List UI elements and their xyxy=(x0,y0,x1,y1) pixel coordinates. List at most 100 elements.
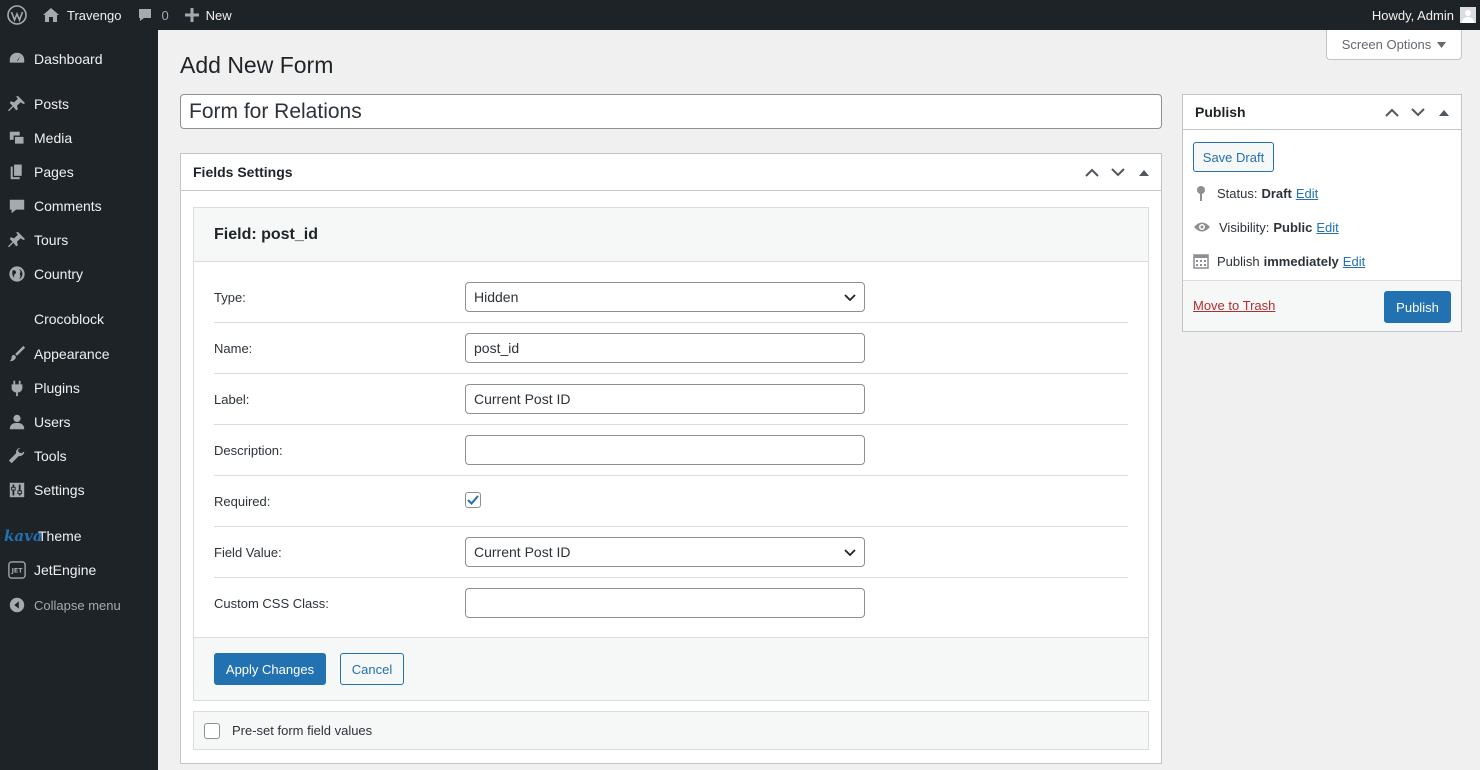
required-checkbox[interactable] xyxy=(465,492,481,508)
screen-options-button[interactable]: Screen Options xyxy=(1326,30,1462,60)
sidebar-item-theme[interactable]: kava Theme xyxy=(0,519,158,553)
type-select[interactable]: Hidden xyxy=(465,282,865,312)
globe-icon xyxy=(0,265,34,283)
select-value: Current Post ID xyxy=(474,544,571,560)
sidebar-item-crocoblock[interactable]: Crocoblock xyxy=(0,302,158,336)
my-account[interactable]: Howdy, Admin xyxy=(1364,0,1480,30)
description-input[interactable] xyxy=(465,435,865,465)
field-row-name: Name: post_id xyxy=(214,323,1128,374)
eye-icon xyxy=(1194,222,1210,232)
move-up-icon[interactable] xyxy=(1081,162,1103,184)
field-label: Description: xyxy=(214,443,283,458)
field-row-label: Label: Current Post ID xyxy=(214,374,1128,425)
pin-icon xyxy=(0,95,34,113)
edit-schedule-link[interactable]: Edit xyxy=(1343,254,1365,269)
sidebar-item-plugins[interactable]: Plugins xyxy=(0,371,158,405)
box-title: Fields Settings xyxy=(193,164,293,180)
field-label: Custom CSS Class: xyxy=(214,596,329,611)
sidebar-item-dashboard[interactable]: Dashboard xyxy=(0,42,158,76)
howdy-text: Howdy, Admin xyxy=(1371,7,1454,23)
kava-logo: kava xyxy=(4,527,43,545)
fields-settings-box: Fields Settings Field: post_id Type: Hid… xyxy=(180,153,1162,764)
css-class-input[interactable] xyxy=(465,588,865,618)
move-down-icon[interactable] xyxy=(1107,162,1129,184)
pin-icon xyxy=(0,231,34,249)
save-draft-button[interactable]: Save Draft xyxy=(1193,142,1274,172)
sidebar-item-pages[interactable]: Pages xyxy=(0,155,158,189)
post-title-input[interactable]: Form for Relations xyxy=(180,94,1162,129)
cancel-button[interactable]: Cancel xyxy=(340,653,404,685)
plugin-icon xyxy=(0,379,34,397)
move-to-trash-link[interactable]: Move to Trash xyxy=(1193,298,1275,313)
sidebar-item-label: Country xyxy=(34,266,84,282)
comments-count: 0 xyxy=(161,7,169,23)
sidebar-item-label: Theme xyxy=(38,528,82,544)
sidebar-item-media[interactable]: Media xyxy=(0,121,158,155)
dashboard-icon xyxy=(0,50,34,68)
status-row: Status: Draft Edit xyxy=(1193,183,1318,203)
chevron-down-icon xyxy=(844,294,856,302)
sidebar-item-users[interactable]: Users xyxy=(0,405,158,439)
label-input[interactable]: Current Post ID xyxy=(465,384,865,414)
sidebar-item-appearance[interactable]: Appearance xyxy=(0,337,158,371)
move-up-icon[interactable] xyxy=(1381,102,1403,124)
preset-values-row[interactable]: Pre-set form field values xyxy=(193,711,1149,750)
field-editor: Field: post_id Type: Hidden Name: post_i… xyxy=(193,207,1149,701)
preset-label: Pre-set form field values xyxy=(232,723,373,738)
site-name: Travengo xyxy=(67,7,122,23)
comment-icon xyxy=(139,9,152,21)
collapse-menu-button[interactable]: Collapse menu xyxy=(0,588,158,622)
sidebar-item-label: Crocoblock xyxy=(34,311,105,327)
fields-settings-header: Fields Settings xyxy=(181,154,1161,191)
publish-button[interactable]: Publish xyxy=(1384,291,1451,323)
sidebar-item-label: Settings xyxy=(34,482,85,498)
field-label: Name: xyxy=(214,341,253,356)
sidebar-item-label: Tours xyxy=(34,232,69,248)
sidebar-item-comments[interactable]: Comments xyxy=(0,189,158,223)
chevron-down-icon xyxy=(844,549,856,557)
edit-visibility-link[interactable]: Edit xyxy=(1316,220,1338,235)
preset-checkbox[interactable] xyxy=(204,722,220,739)
plus-icon xyxy=(184,8,199,22)
select-value: Hidden xyxy=(474,289,519,305)
sidebar-item-label: Comments xyxy=(34,198,102,214)
field-label: Type: xyxy=(214,290,246,305)
svg-text:JET: JET xyxy=(11,568,24,575)
sidebar-item-settings[interactable]: Settings xyxy=(0,473,158,507)
schedule-row: Publish immediately Edit xyxy=(1193,251,1365,271)
sidebar-item-label: JetEngine xyxy=(34,562,97,578)
move-down-icon[interactable] xyxy=(1407,102,1429,124)
apply-changes-button[interactable]: Apply Changes xyxy=(214,653,326,685)
avatar xyxy=(1460,7,1476,23)
box-title: Publish xyxy=(1195,104,1246,120)
sidebar-item-label: Plugins xyxy=(34,380,80,396)
sidebar-item-label: Posts xyxy=(34,96,70,112)
comment-icon xyxy=(0,197,34,215)
visibility-label: Visibility: xyxy=(1219,219,1270,235)
caret-down-icon xyxy=(1437,41,1447,48)
new-content-link[interactable]: New xyxy=(177,0,240,30)
sidebar-item-country[interactable]: Country xyxy=(0,257,158,291)
field-label: Label: xyxy=(214,392,250,407)
field-rows: Type: Hidden Name: post_id Label: Curren… xyxy=(194,262,1148,638)
field-value-select[interactable]: Current Post ID xyxy=(465,537,865,567)
sidebar-item-posts[interactable]: Posts xyxy=(0,87,158,121)
wrench-icon xyxy=(0,447,34,465)
field-row-css-class: Custom CSS Class: xyxy=(214,578,1128,629)
sidebar-item-jetengine[interactable]: JET JetEngine xyxy=(0,553,158,587)
wordpress-logo-icon[interactable] xyxy=(0,0,34,30)
crocoblock-icon xyxy=(0,310,34,328)
settings-icon xyxy=(0,481,34,499)
schedule-label: Publish xyxy=(1217,253,1260,269)
sidebar-item-tools[interactable]: Tools xyxy=(0,439,158,473)
comments-link[interactable]: 0 xyxy=(129,0,176,30)
screen-options-label: Screen Options xyxy=(1341,37,1432,52)
edit-status-link[interactable]: Edit xyxy=(1296,186,1318,201)
field-label: Field Value: xyxy=(214,545,282,560)
sidebar-item-tours[interactable]: Tours xyxy=(0,223,158,257)
toggle-panel-icon[interactable] xyxy=(1433,102,1455,124)
site-name-link[interactable]: Travengo xyxy=(34,0,129,30)
toggle-panel-icon[interactable] xyxy=(1133,162,1155,184)
name-input[interactable]: post_id xyxy=(465,333,865,363)
admin-bar: Travengo 0 New Howdy, Admin xyxy=(0,0,1480,30)
